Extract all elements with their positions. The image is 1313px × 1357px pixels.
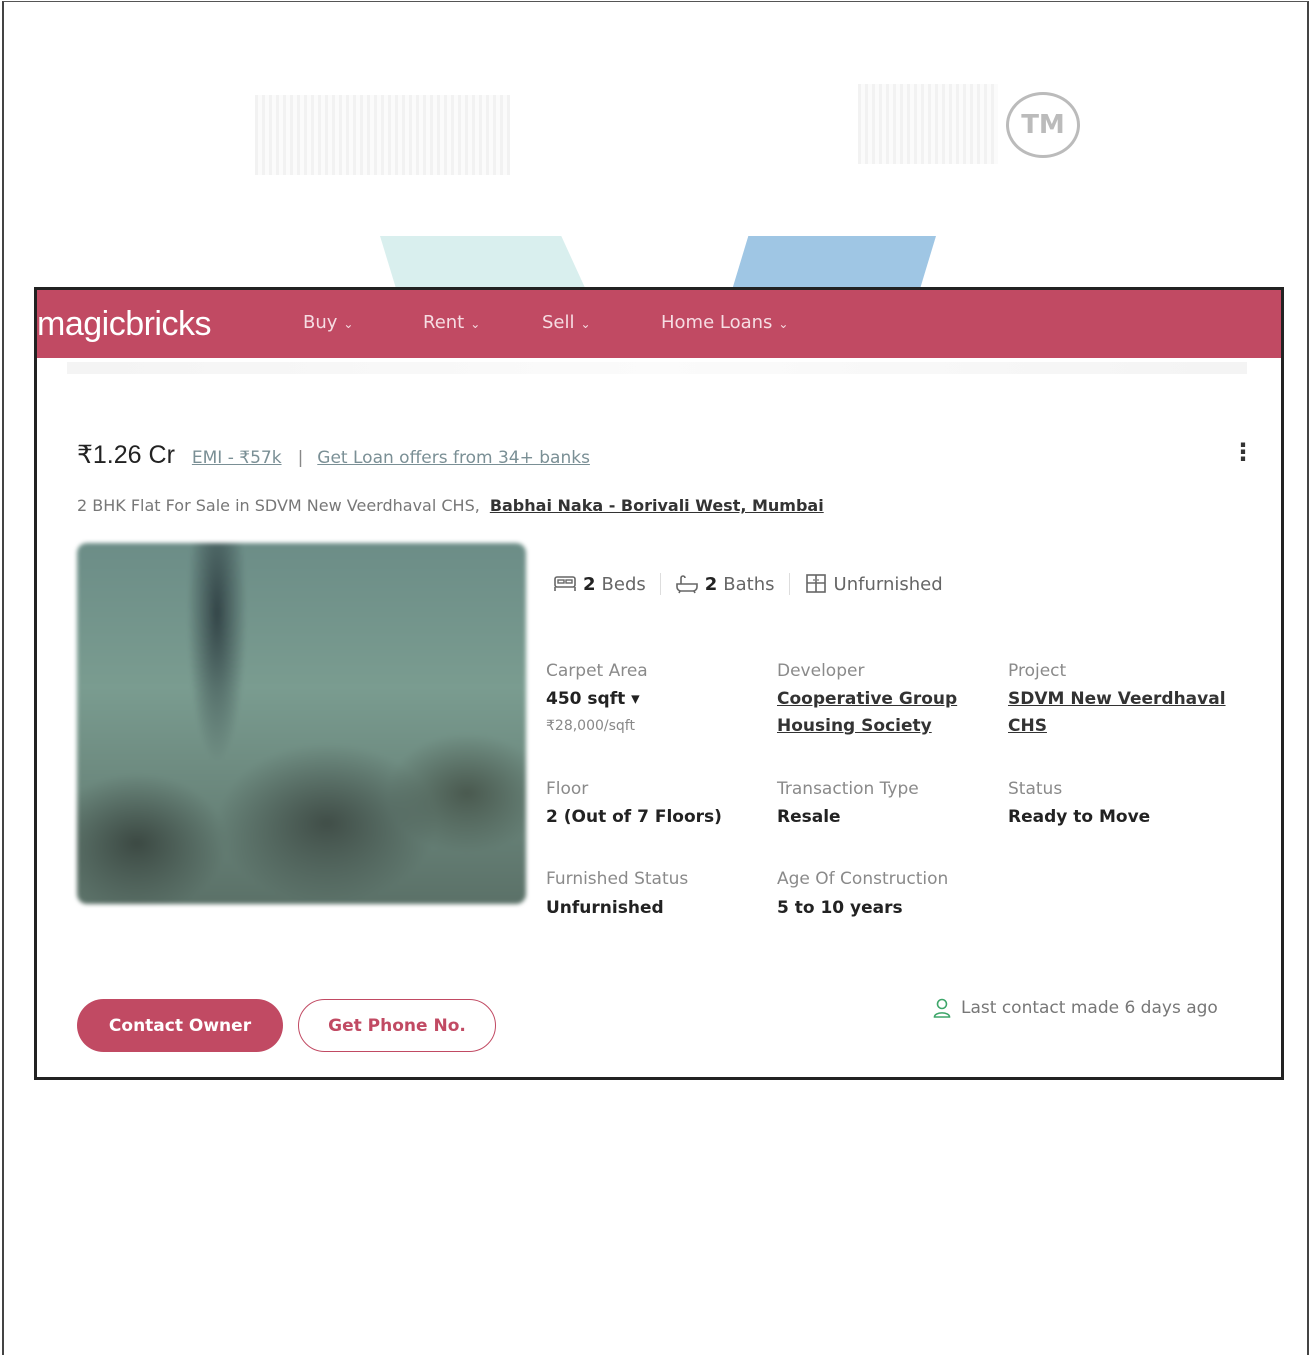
- furnished-status-value: Unfurnished: [546, 898, 664, 918]
- last-contact-info: Last contact made 6 days ago: [933, 998, 1218, 1018]
- faint-divider: [67, 362, 1247, 374]
- feature-divider: [659, 573, 661, 595]
- beds-count: 2: [583, 573, 596, 595]
- project-line-1: SDVM New Veerdhaval: [1008, 689, 1226, 709]
- carpet-area-value[interactable]: 450 sqft ▾: [546, 689, 640, 709]
- listing-card: magicbricks Buy ⌄ Rent ⌄ Sell ⌄ Home Loa…: [34, 287, 1284, 1080]
- feature-row: 2 Beds 2 Baths Unfurnished: [553, 573, 943, 595]
- chevron-down-icon: ⌄: [343, 316, 354, 331]
- furnished-status-label: Furnished Status: [546, 869, 689, 889]
- furnishing-label: Unfurnished: [833, 573, 943, 595]
- age-of-construction-value: 5 to 10 years: [777, 898, 903, 918]
- project-label: Project: [1008, 661, 1067, 681]
- property-photo[interactable]: [77, 543, 526, 904]
- baths-feature: 2 Baths: [675, 574, 775, 595]
- location-link[interactable]: Babhai Naka - Borivali West, Mumbai: [490, 496, 824, 515]
- floor-value: 2 (Out of 7 Floors): [546, 807, 722, 827]
- project-line-2: CHS: [1008, 716, 1047, 736]
- listing-title: 2 BHK Flat For Sale in SDVM New Veerdhav…: [77, 496, 824, 515]
- trademark-mark: TM: [1006, 92, 1080, 158]
- chevron-down-icon: ⌄: [778, 316, 789, 331]
- nav-rent-label: Rent: [423, 312, 465, 333]
- nav-buy-label: Buy: [303, 312, 338, 333]
- status-value: Ready to Move: [1008, 807, 1151, 827]
- age-of-construction-label: Age Of Construction: [777, 869, 949, 889]
- more-options-icon[interactable]: ⋮: [1231, 440, 1255, 464]
- cabinet-icon: [805, 574, 826, 593]
- top-navbar: magicbricks Buy ⌄ Rent ⌄ Sell ⌄ Home Loa…: [37, 290, 1281, 358]
- listing-title-text: 2 BHK Flat For Sale in SDVM New Veerdhav…: [77, 496, 480, 515]
- magicbricks-logo[interactable]: magicbricks: [37, 305, 211, 344]
- beds-feature: 2 Beds: [553, 574, 646, 595]
- nav-rent[interactable]: Rent ⌄: [423, 312, 480, 333]
- transaction-type-label: Transaction Type: [777, 779, 919, 799]
- chevron-down-icon: ⌄: [580, 316, 591, 331]
- floor-label: Floor: [546, 779, 589, 799]
- contact-owner-button[interactable]: Contact Owner: [77, 999, 283, 1052]
- nav-sell[interactable]: Sell ⌄: [542, 312, 591, 333]
- user-icon: [933, 998, 951, 1018]
- price-row: ₹1.26 Cr EMI - ₹57k | Get Loan offers fr…: [77, 440, 590, 470]
- nav-buy[interactable]: Buy ⌄: [303, 312, 353, 333]
- nav-sell-label: Sell: [542, 312, 575, 333]
- furnishing-feature: Unfurnished: [804, 574, 943, 595]
- nav-home-loans[interactable]: Home Loans ⌄: [661, 312, 788, 333]
- project-link[interactable]: SDVM New Veerdhaval CHS: [1008, 686, 1226, 740]
- get-phone-button[interactable]: Get Phone No.: [298, 999, 496, 1052]
- developer-line-2: Housing Society: [777, 716, 932, 736]
- carpet-area-label: Carpet Area: [546, 661, 648, 681]
- feature-divider: [788, 573, 790, 595]
- developer-label: Developer: [777, 661, 865, 681]
- beds-label: Beds: [601, 573, 646, 595]
- price: ₹1.26 Cr: [77, 441, 175, 469]
- bed-icon: [554, 576, 576, 591]
- chevron-down-icon: ⌄: [470, 316, 481, 331]
- scan-mark: [255, 95, 510, 175]
- emi-link[interactable]: EMI - ₹57k: [192, 448, 282, 468]
- developer-link[interactable]: Cooperative Group Housing Society: [777, 686, 957, 740]
- decorative-teal-shape: [380, 236, 586, 290]
- baths-label: Baths: [723, 573, 775, 595]
- developer-line-1: Cooperative Group: [777, 689, 958, 709]
- nav-home-loans-label: Home Loans: [661, 312, 773, 333]
- loan-offers-link[interactable]: Get Loan offers from 34+ banks: [317, 448, 590, 468]
- status-label: Status: [1008, 779, 1063, 799]
- carpet-area-rate: ₹28,000/sqft: [546, 718, 635, 734]
- last-contact-text: Last contact made 6 days ago: [961, 998, 1218, 1018]
- separator: |: [297, 448, 304, 468]
- transaction-type-value: Resale: [777, 807, 841, 827]
- decorative-blue-shape: [732, 236, 936, 290]
- bathtub-icon: [675, 575, 698, 594]
- baths-count: 2: [704, 573, 718, 595]
- scan-mark: [858, 84, 998, 164]
